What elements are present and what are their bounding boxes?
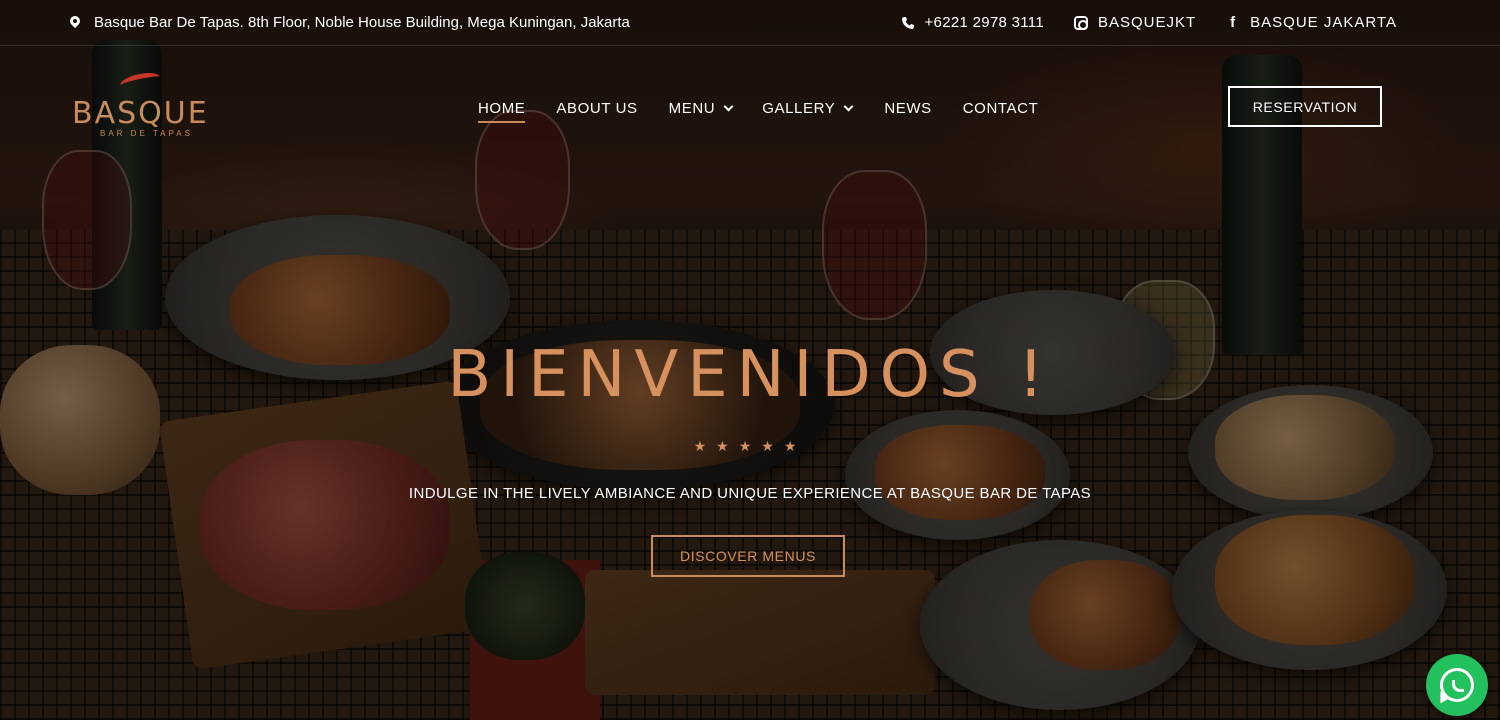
nav-label: HOME: [478, 99, 526, 117]
phone-glyph: [1452, 680, 1464, 692]
reservation-button[interactable]: RESERVATION: [1228, 86, 1382, 127]
chili-pepper-icon: [118, 69, 162, 93]
logo-subtitle: BAR DE TAPAS: [100, 129, 193, 138]
phone-text: +6221 2978 3111: [924, 14, 1044, 31]
whatsapp-button[interactable]: [1426, 654, 1488, 716]
site-logo[interactable]: BASQUE BAR DE TAPAS: [72, 69, 212, 140]
nav-item-about-us[interactable]: ABOUT US: [556, 98, 637, 118]
instagram-icon: [1073, 15, 1088, 30]
main-nav: HOME ABOUT US MENU GALLERY NEWS CONTACT: [478, 98, 1039, 123]
contact-links: +6221 2978 3111 BASQUEJKT f BASQUE JAKAR…: [901, 14, 1398, 31]
whatsapp-icon: [1440, 668, 1474, 702]
top-info-bar: Basque Bar De Tapas. 8th Floor, Noble Ho…: [0, 0, 1500, 46]
nav-item-news[interactable]: NEWS: [884, 98, 931, 118]
discover-menus-button[interactable]: DISCOVER MENUS: [651, 535, 845, 577]
nav-item-contact[interactable]: CONTACT: [963, 98, 1039, 118]
rating-stars: ★★★★★: [693, 438, 807, 454]
nav-label: CONTACT: [962, 99, 1039, 117]
facebook-text: BASQUE JAKARTA: [1250, 14, 1397, 31]
logo-name: BASQUE: [72, 96, 209, 131]
nav-label: GALLERY: [762, 99, 836, 117]
chevron-down-icon: [723, 101, 734, 111]
phone-link[interactable]: +6221 2978 3111: [901, 14, 1044, 31]
hero-tagline: INDULGE IN THE LIVELY AMBIANCE AND UNIQU…: [408, 485, 1092, 502]
phone-icon: [901, 16, 915, 30]
facebook-link[interactable]: f BASQUE JAKARTA: [1226, 14, 1397, 31]
chevron-down-icon: [843, 101, 854, 111]
instagram-text: BASQUEJKT: [1097, 14, 1197, 31]
nav-item-gallery[interactable]: GALLERY: [762, 98, 854, 118]
facebook-icon: f: [1230, 13, 1237, 31]
address: Basque Bar De Tapas. 8th Floor, Noble Ho…: [68, 14, 630, 31]
map-pin-icon: [68, 16, 82, 30]
nav-item-menu[interactable]: MENU: [668, 98, 734, 118]
nav-item-home[interactable]: HOME: [478, 98, 526, 123]
instagram-link[interactable]: BASQUEJKT: [1073, 14, 1197, 31]
nav-label: MENU: [668, 99, 716, 117]
address-text: Basque Bar De Tapas. 8th Floor, Noble Ho…: [94, 14, 630, 31]
nav-label: ABOUT US: [556, 99, 638, 117]
nav-label: NEWS: [884, 99, 932, 117]
hero-title: BIENVENIDOS !: [447, 338, 1053, 412]
